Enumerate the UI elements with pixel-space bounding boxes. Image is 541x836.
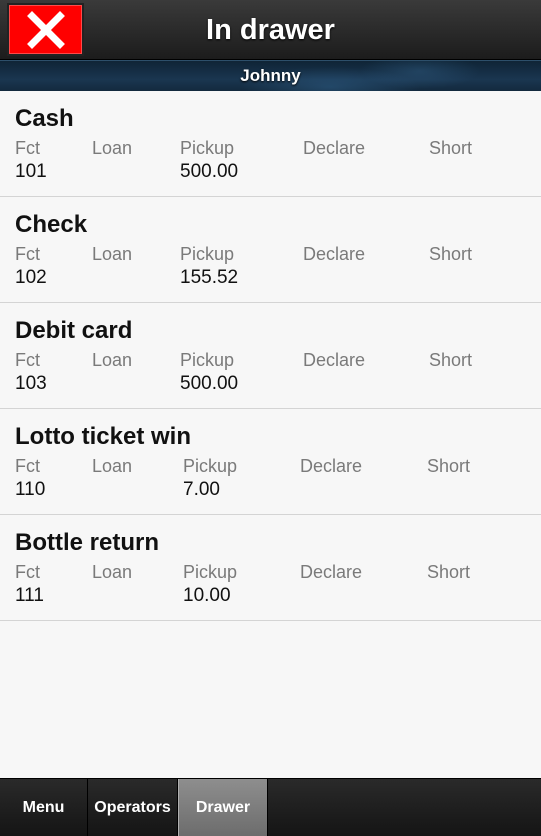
declare-label: Declare bbox=[303, 138, 366, 158]
pickup-value: 500.00 bbox=[180, 373, 239, 394]
item-title: Bottle return bbox=[15, 529, 159, 556]
list-item[interactable]: Debit card Fct Loan Pickup Declare Short… bbox=[0, 303, 541, 409]
loan-label: Loan bbox=[92, 244, 133, 264]
tab-drawer[interactable]: Drawer bbox=[178, 779, 268, 836]
pickup-label: Pickup bbox=[180, 350, 235, 370]
item-title: Cash bbox=[15, 105, 74, 132]
drawer-list: Cash Fct Loan Pickup Declare Short 101 5… bbox=[0, 91, 541, 621]
loan-label: Loan bbox=[92, 456, 133, 476]
declare-label: Declare bbox=[300, 456, 363, 476]
short-label: Short bbox=[427, 562, 471, 582]
pickup-label: Pickup bbox=[180, 244, 235, 264]
tab-menu[interactable]: Menu bbox=[0, 779, 88, 836]
header-bar: In drawer bbox=[0, 0, 541, 60]
fct-label: Fct bbox=[15, 562, 40, 582]
pickup-value: 10.00 bbox=[183, 585, 231, 606]
bottom-tab-bar: Menu Operators Drawer bbox=[0, 778, 541, 836]
operator-bar: Johnny bbox=[0, 60, 541, 92]
loan-label: Loan bbox=[92, 138, 133, 158]
tab-operators[interactable]: Operators bbox=[88, 779, 178, 836]
list-item[interactable]: Lotto ticket win Fct Loan Pickup Declare… bbox=[0, 409, 541, 515]
fct-label: Fct bbox=[15, 244, 40, 264]
pickup-value: 155.52 bbox=[180, 267, 239, 288]
declare-label: Declare bbox=[303, 244, 366, 264]
pickup-value: 500.00 bbox=[180, 161, 239, 182]
pickup-value: 7.00 bbox=[183, 479, 220, 500]
close-x-icon bbox=[26, 10, 65, 49]
fct-label: Fct bbox=[15, 350, 40, 370]
declare-label: Declare bbox=[303, 350, 366, 370]
fct-label: Fct bbox=[15, 138, 40, 158]
loan-label: Loan bbox=[92, 350, 133, 370]
fct-value: 103 bbox=[15, 373, 47, 394]
pickup-label: Pickup bbox=[180, 138, 235, 158]
fct-value: 101 bbox=[15, 161, 47, 182]
item-title: Check bbox=[15, 211, 88, 238]
operator-name: Johnny bbox=[240, 66, 301, 85]
pickup-label: Pickup bbox=[183, 456, 238, 476]
short-label: Short bbox=[429, 244, 473, 264]
list-item[interactable]: Check Fct Loan Pickup Declare Short 102 … bbox=[0, 197, 541, 303]
pickup-label: Pickup bbox=[183, 562, 238, 582]
item-title: Debit card bbox=[15, 317, 133, 344]
fct-value: 111 bbox=[15, 585, 44, 606]
declare-label: Declare bbox=[300, 562, 363, 582]
close-button[interactable] bbox=[7, 3, 84, 56]
loan-label: Loan bbox=[92, 562, 133, 582]
fct-value: 110 bbox=[15, 479, 46, 500]
short-label: Short bbox=[429, 350, 473, 370]
list-item[interactable]: Bottle return Fct Loan Pickup Declare Sh… bbox=[0, 515, 541, 621]
fct-label: Fct bbox=[15, 456, 40, 476]
short-label: Short bbox=[429, 138, 473, 158]
list-item[interactable]: Cash Fct Loan Pickup Declare Short 101 5… bbox=[0, 91, 541, 197]
fct-value: 102 bbox=[15, 267, 47, 288]
item-title: Lotto ticket win bbox=[15, 423, 191, 450]
short-label: Short bbox=[427, 456, 471, 476]
app-screen: In drawer Johnny Cash Fct Loan Pickup De… bbox=[0, 0, 541, 836]
